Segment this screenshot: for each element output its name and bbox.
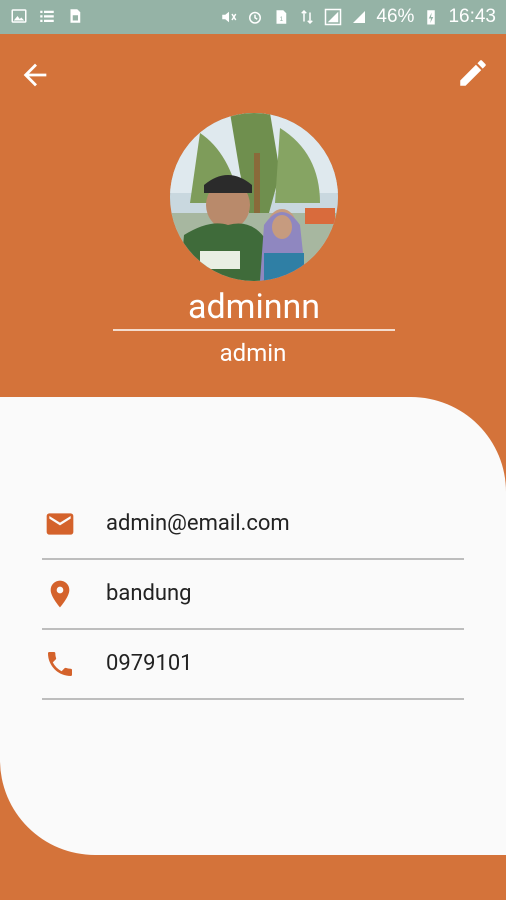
email-icon: [42, 506, 78, 542]
profile-photo: [170, 113, 338, 281]
location-row[interactable]: bandung: [42, 560, 464, 630]
pencil-icon: [460, 60, 486, 86]
status-bar-left: [10, 7, 84, 25]
location-value: bandung: [106, 581, 192, 606]
profile-role: admin: [219, 339, 287, 367]
data-arrows-icon: [301, 9, 314, 25]
status-bar-right: 1 46% 16:43: [220, 5, 496, 29]
profile-avatar[interactable]: [170, 113, 338, 281]
email-row[interactable]: admin@email.com: [42, 490, 464, 560]
phone-row[interactable]: 0979101: [42, 630, 464, 700]
sim-notification-icon: [70, 9, 81, 23]
clock-time: 16:43: [448, 6, 496, 27]
status-bar: 1 46% 16:43: [0, 0, 506, 34]
arrow-back-icon: [23, 63, 47, 87]
svg-text:1: 1: [280, 16, 284, 23]
sim-card-icon: 1: [276, 10, 287, 24]
image-notification-icon: [11, 9, 27, 23]
location-pin-icon: [42, 576, 78, 612]
phone-value: 0979101: [106, 651, 193, 676]
signal-sim1-icon: [325, 8, 342, 26]
alarm-icon: [249, 11, 262, 24]
battery-percent: 46%: [376, 6, 415, 27]
email-value: admin@email.com: [106, 511, 290, 536]
battery-charging-icon: [427, 10, 436, 25]
profile-name: adminnn: [113, 285, 395, 331]
contact-details-list: admin@email.com bandung 0979101: [42, 490, 464, 700]
back-button[interactable]: [18, 58, 52, 92]
mute-icon: [222, 11, 237, 23]
edit-button[interactable]: [456, 56, 490, 90]
app-bar: [0, 34, 506, 114]
signal-sim2-icon: [353, 11, 366, 23]
list-notification-icon: [40, 10, 54, 22]
phone-icon: [42, 646, 78, 682]
